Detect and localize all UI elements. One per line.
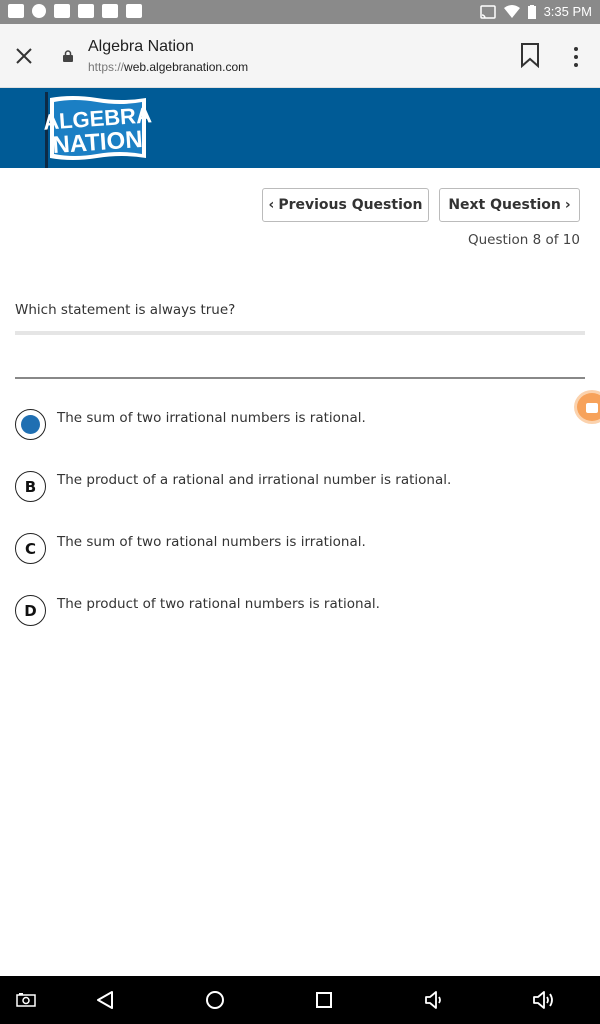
radio-button-b[interactable]: B bbox=[15, 471, 46, 502]
algebra-nation-logo[interactable]: ALGEBRA NATION bbox=[42, 92, 152, 168]
recent-apps-icon[interactable] bbox=[316, 992, 332, 1008]
radio-button-a[interactable] bbox=[15, 409, 46, 440]
gmail-icon bbox=[78, 4, 94, 18]
divider bbox=[15, 377, 585, 379]
url-scheme: https:// bbox=[88, 60, 125, 74]
radio-button-d[interactable]: D bbox=[15, 595, 46, 626]
question-text: Which statement is always true? bbox=[15, 302, 236, 318]
choice-b-text: The product of a rational and irrational… bbox=[57, 472, 452, 488]
previous-question-label: Previous Question bbox=[278, 197, 423, 213]
chevron-left-icon: ‹ bbox=[268, 197, 275, 213]
chevron-right-icon: › bbox=[564, 197, 571, 213]
question-counter: Question 8 of 10 bbox=[467, 232, 580, 248]
clock: 3:35 PM bbox=[543, 4, 592, 19]
more-options-icon[interactable] bbox=[568, 46, 584, 68]
close-icon[interactable] bbox=[12, 44, 36, 68]
url-host: web.algebranation.com bbox=[124, 60, 249, 74]
url-bar[interactable]: https://web.algebranation.com bbox=[88, 60, 248, 74]
answer-choice-a[interactable]: The sum of two irrational numbers is rat… bbox=[15, 409, 575, 441]
choice-d-text: The product of two rational numbers is r… bbox=[57, 596, 380, 612]
next-question-button[interactable]: Next Question › bbox=[439, 188, 580, 222]
bookmark-icon[interactable] bbox=[518, 42, 542, 68]
radio-button-c[interactable]: C bbox=[15, 533, 46, 564]
browser-toolbar: Algebra Nation https://web.algebranation… bbox=[0, 24, 600, 88]
choice-c-text: The sum of two rational numbers is irrat… bbox=[57, 534, 366, 550]
battery-icon bbox=[527, 4, 536, 19]
next-question-label: Next Question bbox=[448, 197, 561, 213]
status-bar: 3:35 PM bbox=[0, 0, 600, 24]
video-chat-bubble[interactable] bbox=[574, 390, 600, 424]
previous-question-button[interactable]: ‹ Previous Question bbox=[262, 188, 429, 222]
snapchat-icon bbox=[32, 4, 46, 18]
video-icon bbox=[8, 4, 24, 18]
wifi-icon bbox=[503, 4, 520, 18]
selected-dot bbox=[21, 415, 40, 434]
answer-choice-d[interactable]: D The product of two rational numbers is… bbox=[15, 595, 575, 627]
volume-down-icon[interactable] bbox=[424, 990, 446, 1010]
lock-icon bbox=[63, 50, 73, 62]
volume-up-icon[interactable] bbox=[532, 990, 558, 1010]
screenshot-icon[interactable] bbox=[16, 993, 36, 1007]
answer-choice-c[interactable]: C The sum of two rational numbers is irr… bbox=[15, 533, 575, 565]
app-icon bbox=[126, 4, 142, 18]
choice-a-text: The sum of two irrational numbers is rat… bbox=[57, 410, 366, 426]
youtube-icon bbox=[102, 4, 118, 18]
image-icon bbox=[54, 4, 70, 18]
page-title: Algebra Nation bbox=[88, 38, 194, 55]
camera-icon bbox=[586, 403, 598, 413]
answer-choice-b[interactable]: B The product of a rational and irration… bbox=[15, 471, 575, 503]
notification-icons bbox=[8, 4, 142, 18]
home-icon[interactable] bbox=[205, 990, 225, 1010]
back-icon[interactable] bbox=[96, 991, 114, 1009]
cast-icon bbox=[479, 4, 496, 19]
divider bbox=[15, 331, 585, 335]
system-navigation-bar bbox=[0, 976, 600, 1024]
